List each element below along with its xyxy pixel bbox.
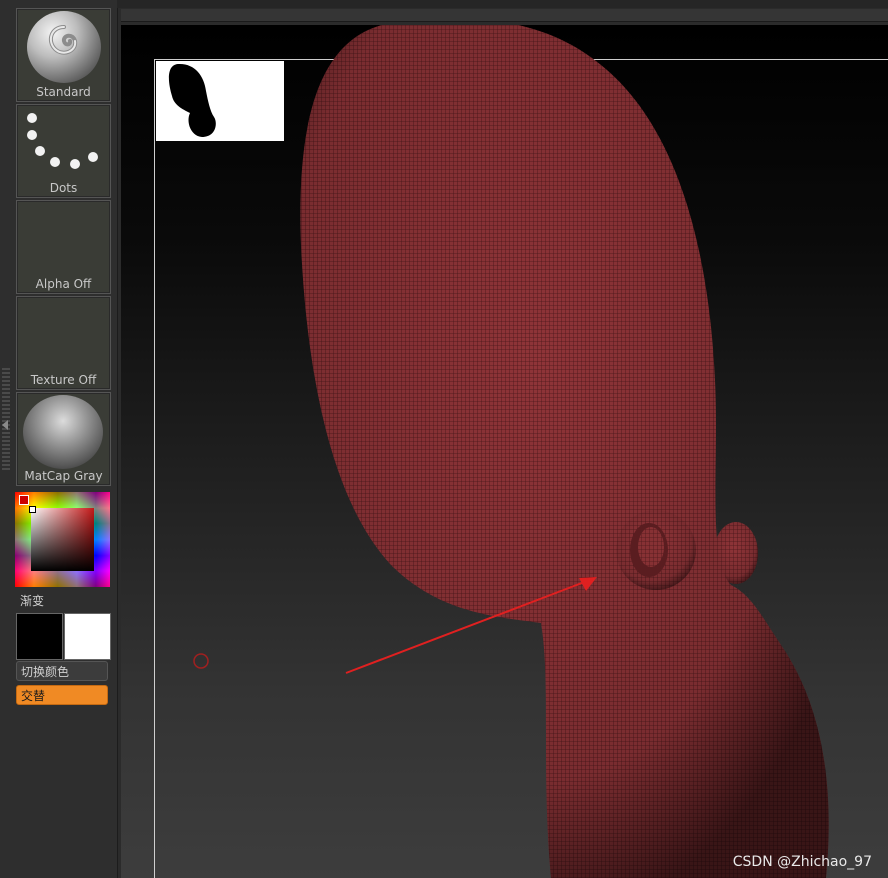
texture-label: Texture Off — [30, 373, 97, 387]
brush-button[interactable]: Standard — [16, 8, 111, 102]
shelf-resize-handle[interactable] — [2, 368, 10, 470]
active-color-swatch[interactable] — [19, 495, 29, 505]
alpha-button[interactable]: Alpha Off — [16, 200, 111, 294]
alpha-label: Alpha Off — [35, 277, 92, 291]
matcap-sphere-icon — [23, 395, 103, 469]
left-shelf: Standard Dots Alpha Off Texture Off MatC… — [0, 0, 118, 878]
main-color-swatch[interactable] — [16, 613, 63, 660]
saturation-value-box[interactable] — [29, 506, 94, 571]
stroke-button[interactable]: Dots — [16, 104, 111, 198]
top-strip — [117, 0, 888, 8]
material-button[interactable]: MatCap Gray — [16, 392, 111, 486]
material-label: MatCap Gray — [24, 469, 103, 483]
standard-brush-icon — [27, 11, 101, 83]
alternate-button[interactable]: 交替 — [16, 685, 108, 705]
collapse-arrow-icon[interactable] — [2, 420, 8, 430]
brush-cursor — [193, 653, 209, 669]
color-picker[interactable] — [15, 492, 110, 587]
tab-row — [121, 9, 888, 22]
switch-color-button[interactable]: 切换颜色 — [16, 661, 108, 681]
watermark: CSDN @Zhichao_97 — [732, 854, 872, 870]
gradient-label: 渐变 — [20, 594, 45, 608]
brush-label: Standard — [36, 85, 91, 99]
stroke-label: Dots — [49, 181, 78, 195]
color-marker[interactable] — [29, 506, 36, 513]
canvas-viewport[interactable]: CSDN @Zhichao_97 — [121, 25, 888, 878]
sculpt-mesh[interactable] — [121, 25, 888, 878]
texture-button[interactable]: Texture Off — [16, 296, 111, 390]
secondary-color-swatch[interactable] — [64, 613, 111, 660]
